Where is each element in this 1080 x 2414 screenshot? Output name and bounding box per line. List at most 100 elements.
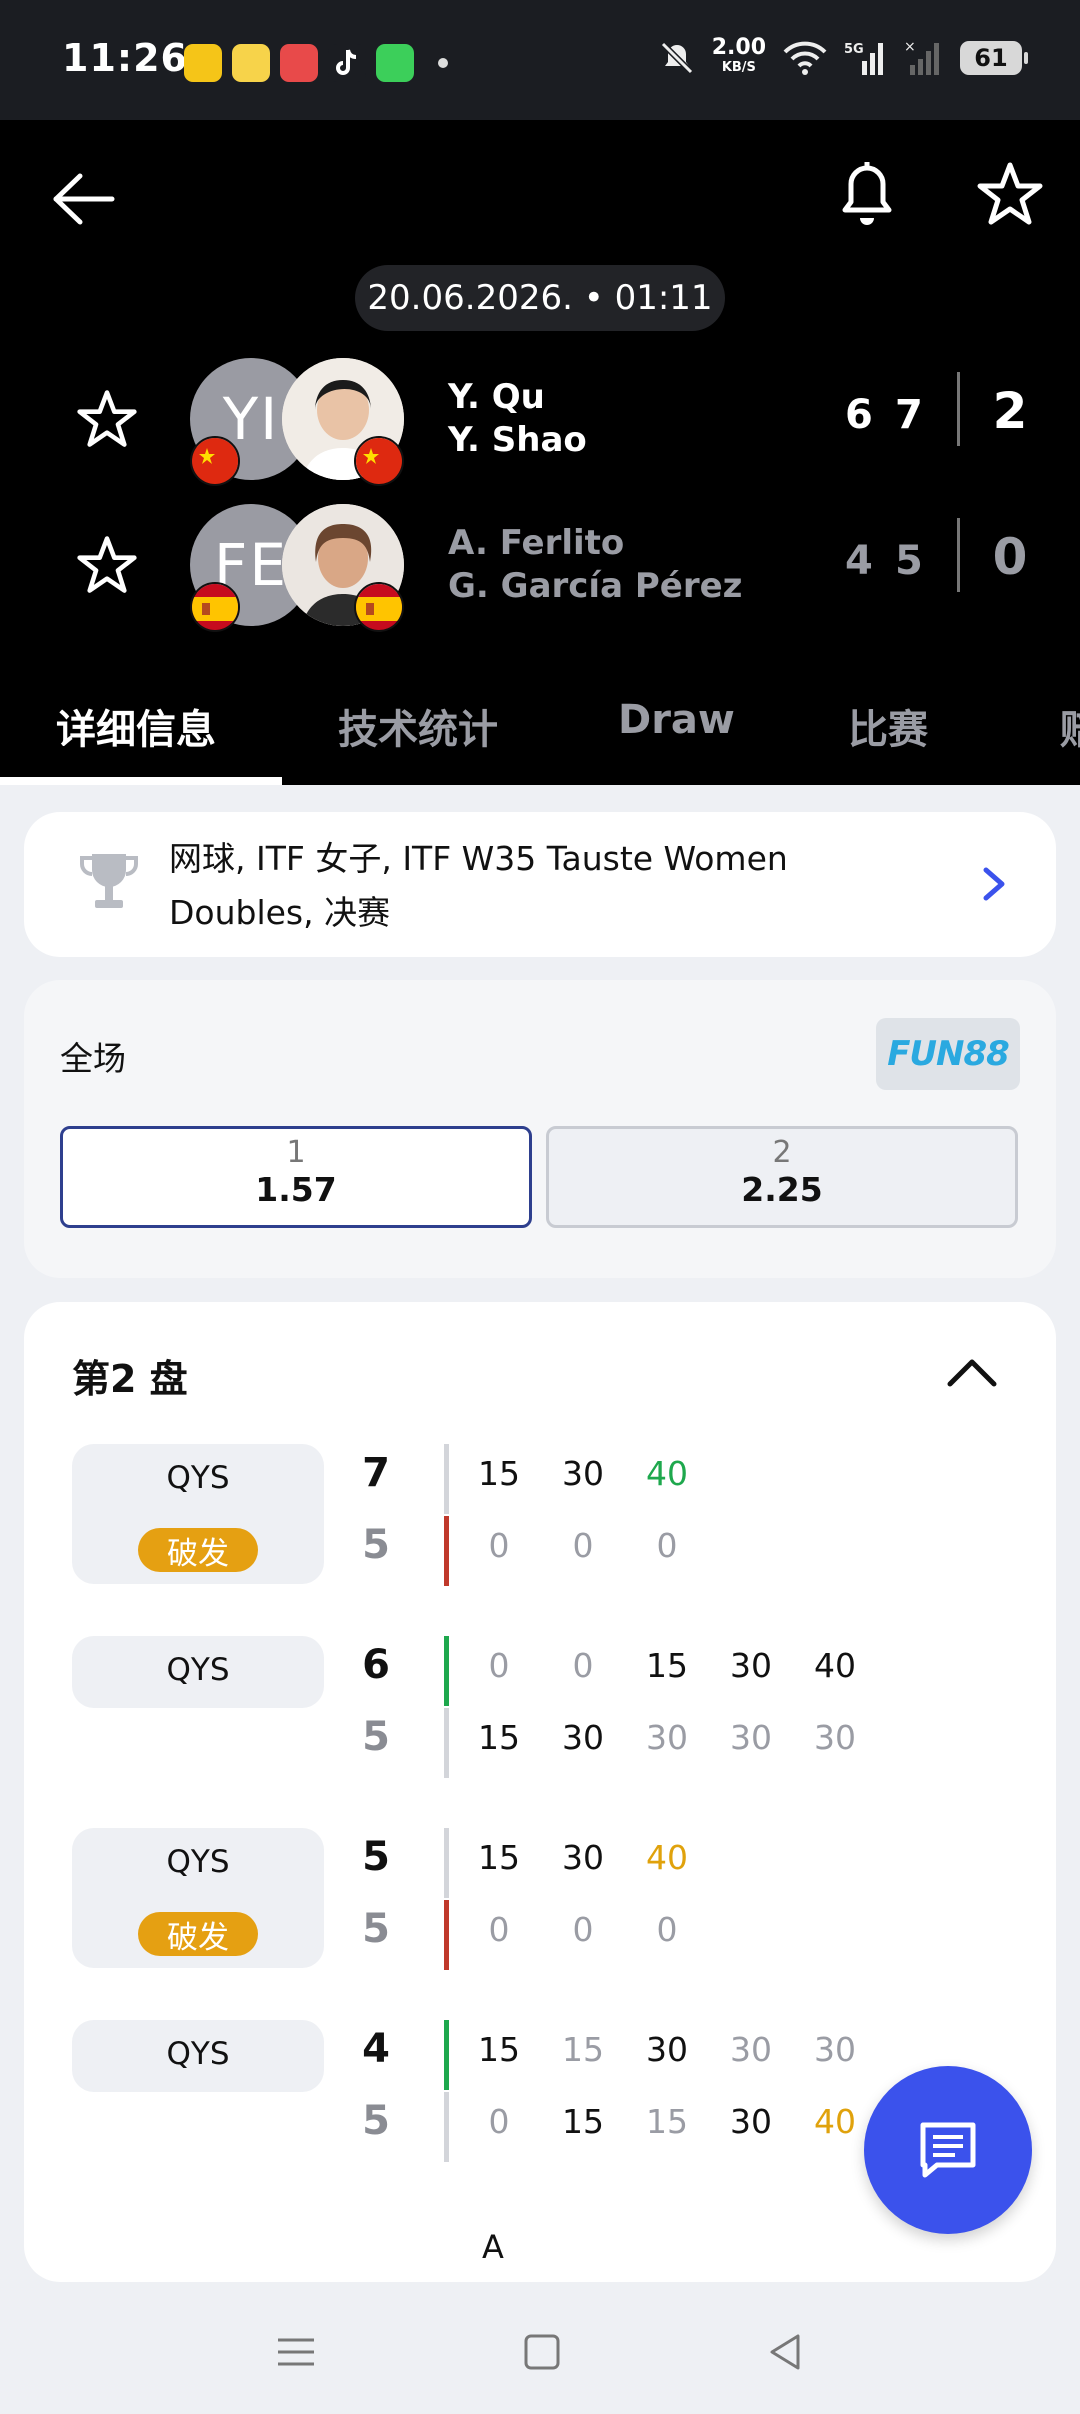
serve-indicator-bar	[444, 1828, 449, 1898]
home-nav-button[interactable]	[512, 2322, 572, 2382]
point-score: 0	[656, 1526, 678, 1565]
player-name: G. García Pérez	[448, 566, 743, 606]
phone-app-icon	[376, 44, 414, 82]
game-score-bottom: 5	[362, 1522, 390, 1568]
tab-odds[interactable]: 赔	[1060, 697, 1080, 755]
odds-label: 1	[286, 1135, 306, 1170]
svg-text:×: ×	[904, 39, 916, 55]
tab-bar: 详细信息 技术统计 Draw 比赛 赔	[0, 675, 1080, 785]
favorite-match-button[interactable]	[976, 160, 1044, 228]
break-badge: 破发	[138, 1912, 258, 1956]
bookmaker-logo[interactable]: FUN88	[876, 1018, 1020, 1090]
game-row: QYS 6 5 0 0 15 30 40 15 30 30 30 30	[72, 1636, 1032, 1786]
player-name: A. Ferlito	[448, 523, 625, 563]
serve-indicator-bar	[444, 1708, 449, 1778]
game-row: QYS 破发 5 5 15 30 40 0 0 0	[72, 1828, 1032, 1978]
tab-matches[interactable]: 比赛	[848, 697, 928, 755]
team-names: A. Ferlito G. García Pérez	[448, 522, 742, 608]
server-box: QYS	[72, 1636, 324, 1708]
toutiao-icon	[280, 44, 318, 82]
trailing-label: A	[482, 2228, 504, 2266]
set-1-games: 4	[845, 538, 873, 584]
arrow-left-icon	[53, 173, 115, 225]
game-score-top: 4	[362, 2026, 390, 2072]
active-tab-indicator	[0, 777, 282, 785]
tab-draw[interactable]: Draw	[618, 697, 735, 743]
net-speed: 2.00 KB/S	[711, 35, 766, 76]
point-score: 0	[572, 1526, 594, 1565]
flower-app-icon	[232, 44, 270, 82]
favorite-team-button[interactable]	[76, 388, 138, 450]
point-score: 30	[562, 1718, 604, 1757]
point-score: 0	[572, 1646, 594, 1685]
game-score-bottom: 5	[362, 1714, 390, 1760]
point-score: 15	[478, 1838, 520, 1877]
triangle-back-icon	[770, 2334, 800, 2370]
menu-nav-button[interactable]	[266, 2322, 326, 2382]
cell-signal-2-icon: ×	[904, 39, 939, 75]
notification-button[interactable]	[836, 160, 898, 232]
point-score: 15	[478, 1718, 520, 1757]
spain-flag-icon	[190, 582, 240, 632]
team-row-2[interactable]: FE A. Ferlito G. García Pérez 4 5 0	[0, 502, 1080, 632]
serve-indicator-bar	[444, 1444, 449, 1514]
point-score: 30	[646, 2030, 688, 2069]
set-2-games: 5	[895, 538, 923, 584]
game-score-top: 7	[362, 1450, 390, 1496]
server-label: QYS	[166, 1652, 230, 1688]
point-score: 15	[562, 2030, 604, 2069]
star-icon	[77, 390, 137, 447]
odds-label: 2	[772, 1135, 792, 1170]
game-row: QYS 破发 7 5 15 30 40 0 0 0	[72, 1444, 1032, 1594]
menu-icon	[278, 2338, 314, 2366]
point-score: 0	[656, 1910, 678, 1949]
team-row-1[interactable]: YI Y. Qu Y. Shao 6 7 2	[0, 356, 1080, 486]
odds-option-2[interactable]: 2 2.25	[546, 1126, 1018, 1228]
score-divider	[957, 372, 960, 446]
serve-indicator-bar	[444, 2020, 449, 2090]
score-divider	[957, 518, 960, 592]
tiktok-icon	[328, 44, 366, 82]
point-score: 30	[730, 2102, 772, 2141]
point-progression: 15 30 40	[457, 1838, 709, 1877]
star-icon	[77, 536, 137, 593]
server-label: QYS	[166, 1844, 230, 1880]
point-progression: 15 15 30 30 30	[457, 2030, 877, 2069]
status-bar: 11:26 2.00 KB/S 5G × 61	[0, 0, 1080, 120]
point-score: 15	[646, 2102, 688, 2141]
point-score: 40	[646, 1838, 688, 1877]
point-score: 40	[814, 1646, 856, 1685]
weibo-icon	[184, 44, 222, 82]
point-score: 30	[730, 1718, 772, 1757]
tournament-card[interactable]: 网球, ITF 女子, ITF W35 Tauste Women Doubles…	[24, 812, 1056, 957]
chat-button[interactable]	[864, 2066, 1032, 2234]
server-box: QYS	[72, 2020, 324, 2092]
back-button[interactable]	[50, 164, 120, 234]
serve-indicator-bar	[444, 1636, 449, 1706]
odds-option-1[interactable]: 1 1.57	[60, 1126, 532, 1228]
point-score: 0	[488, 1526, 510, 1565]
chevron-up-icon	[947, 1359, 997, 1387]
point-score: 40	[646, 1454, 688, 1493]
tab-details[interactable]: 详细信息	[56, 697, 216, 755]
team-names: Y. Qu Y. Shao	[448, 376, 587, 462]
server-label: QYS	[166, 1460, 230, 1496]
notification-icons	[184, 44, 448, 82]
star-icon	[977, 162, 1043, 225]
point-score: 15	[562, 2102, 604, 2141]
serve-indicator-bar	[444, 1516, 449, 1586]
back-nav-button[interactable]	[756, 2322, 816, 2382]
game-score-bottom: 5	[362, 1906, 390, 1952]
point-score: 0	[488, 1646, 510, 1685]
point-progression: 15 30 40	[457, 1454, 709, 1493]
collapse-button[interactable]	[942, 1348, 1002, 1398]
server-label: QYS	[166, 2036, 230, 2072]
system-nav-bar	[0, 2282, 1080, 2414]
china-flag-icon	[354, 436, 404, 486]
wifi-icon	[783, 41, 827, 75]
match-datetime: 20.06.2026. • 01:11	[355, 265, 725, 331]
point-progression: 0 0 0	[457, 1910, 709, 1949]
point-progression: 15 30 30 30 30	[457, 1718, 877, 1757]
tab-statistics[interactable]: 技术统计	[338, 697, 498, 755]
favorite-team-button[interactable]	[76, 534, 138, 596]
